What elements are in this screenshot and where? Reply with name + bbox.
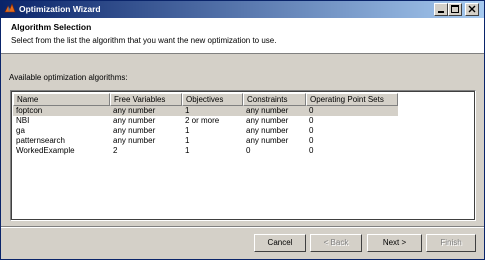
close-button[interactable] [465, 3, 479, 16]
table-row[interactable]: WorkedExample 2 1 0 0 [13, 146, 398, 156]
optimization-wizard-window: Optimization Wizard Algorithm Selection … [0, 0, 485, 260]
cell-objectives: 2 or more [185, 116, 220, 125]
maximize-icon [451, 5, 459, 13]
finish-button[interactable]: Finish [426, 234, 476, 252]
column-header-name[interactable]: Name [13, 93, 110, 106]
cell-objectives: 1 [185, 146, 190, 155]
cell-free-variables: any number [113, 116, 156, 125]
cell-operating-point-sets: 0 [309, 146, 314, 155]
minimize-button[interactable] [434, 3, 448, 16]
cell-name: WorkedExample [16, 146, 75, 155]
cell-name: ga [16, 126, 25, 135]
algorithms-label: Available optimization algorithms: [9, 73, 128, 82]
cell-operating-point-sets: 0 [309, 136, 314, 145]
cell-objectives: 1 [185, 126, 190, 135]
title-bar[interactable]: Optimization Wizard [1, 1, 484, 18]
cell-free-variables: any number [113, 126, 156, 135]
cell-operating-point-sets: 0 [309, 116, 314, 125]
header-description: Select from the list the algorithm that … [11, 36, 277, 45]
next-button[interactable]: Next > [367, 234, 422, 252]
cell-operating-point-sets: 0 [309, 126, 314, 135]
wizard-header: Algorithm Selection Select from the list… [1, 18, 484, 54]
table-row[interactable]: NBI any number 2 or more any number 0 [13, 116, 398, 126]
cell-free-variables: 2 [113, 146, 118, 155]
table-row[interactable]: ga any number 1 any number 0 [13, 126, 398, 136]
cell-name: NBI [16, 116, 30, 125]
table-header: Name Free Variables Objectives Constrain… [13, 93, 473, 106]
table-row[interactable]: foptcon any number 1 any number 0 [13, 106, 398, 116]
cell-free-variables: any number [113, 106, 156, 115]
close-icon [468, 5, 476, 13]
window-title: Optimization Wizard [19, 4, 101, 14]
column-header-free-variables[interactable]: Free Variables [110, 93, 182, 106]
cell-operating-point-sets: 0 [309, 106, 314, 115]
table-row[interactable]: patternsearch any number 1 any number 0 [13, 136, 398, 146]
algorithms-table[interactable]: Name Free Variables Objectives Constrain… [10, 90, 476, 221]
matlab-icon [4, 3, 16, 13]
back-button[interactable]: < Back [310, 234, 362, 252]
column-header-constraints[interactable]: Constraints [243, 93, 306, 106]
cell-objectives: 1 [185, 136, 190, 145]
minimize-icon [438, 11, 444, 13]
maximize-button[interactable] [448, 3, 462, 16]
cancel-button[interactable]: Cancel [254, 234, 306, 252]
cell-name: patternsearch [16, 136, 65, 145]
cell-constraints: any number [246, 116, 289, 125]
header-title: Algorithm Selection [11, 22, 92, 32]
cell-constraints: any number [246, 136, 289, 145]
column-header-objectives[interactable]: Objectives [182, 93, 243, 106]
column-header-operating-point-sets[interactable]: Operating Point Sets [306, 93, 398, 106]
cell-constraints: any number [246, 126, 289, 135]
cell-free-variables: any number [113, 136, 156, 145]
cell-name: foptcon [16, 106, 43, 115]
cell-objectives: 1 [185, 106, 190, 115]
cell-constraints: 0 [246, 146, 251, 155]
cell-constraints: any number [246, 106, 289, 115]
footer-divider-highlight [1, 227, 484, 228]
